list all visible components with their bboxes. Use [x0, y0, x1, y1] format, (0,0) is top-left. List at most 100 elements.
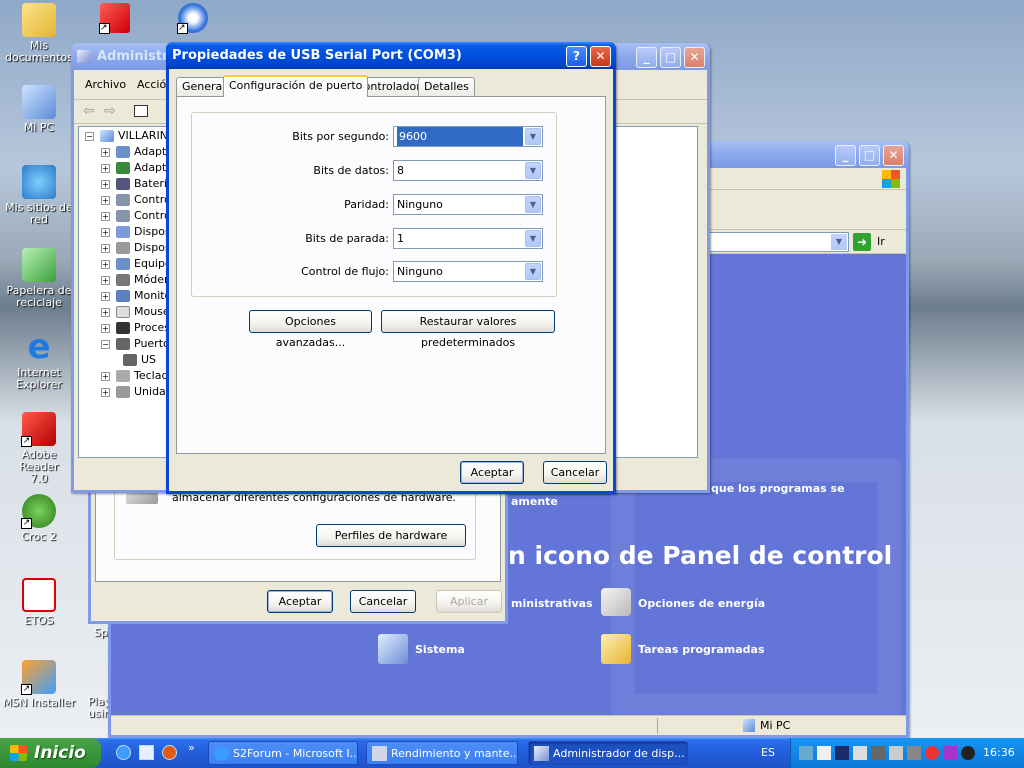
clock[interactable]: 16:36	[983, 746, 1015, 759]
desktop-icon-etos[interactable]: ETOS	[1, 578, 77, 627]
tree-item[interactable]: + Dispos	[101, 224, 171, 240]
sysprops-ok-button[interactable]: Aceptar	[267, 590, 333, 613]
tree-item[interactable]: + Baterí	[101, 176, 167, 192]
tree-item[interactable]: + Contro	[101, 192, 171, 208]
close-button[interactable]: ✕	[684, 47, 705, 68]
expand-icon[interactable]: +	[101, 275, 110, 285]
select-flow-control[interactable]: Ninguno ▼	[393, 261, 543, 282]
collapse-icon[interactable]: −	[85, 131, 94, 141]
expand-icon[interactable]: +	[101, 195, 110, 205]
tree-item[interactable]: + Dispos	[101, 240, 171, 256]
hardware-profiles-button[interactable]: Perfiles de hardware	[316, 524, 466, 547]
select-parity[interactable]: Ninguno ▼	[393, 194, 543, 215]
tree-item[interactable]: + Mouse	[101, 304, 170, 320]
minimize-button[interactable]: _	[636, 47, 657, 68]
expand-icon[interactable]: +	[101, 371, 110, 381]
desktop-icon-adobe-reader[interactable]: ↗ Adobe Reader 7.0	[1, 412, 77, 485]
maximize-button[interactable]: □	[859, 145, 880, 166]
chevron-down-icon[interactable]: ▼	[525, 196, 541, 213]
chevron-down-icon[interactable]: ▼	[525, 162, 541, 179]
link-admin-tools[interactable]: ministrativas	[511, 597, 593, 610]
back-arrow-icon[interactable]: ⇦	[83, 103, 95, 119]
expand-icon[interactable]: +	[101, 147, 110, 157]
tray-app-icon[interactable]	[925, 746, 939, 760]
tree-item[interactable]: + Adapt	[101, 160, 166, 176]
select-data-bits[interactable]: 8 ▼	[393, 160, 543, 181]
close-button[interactable]: ✕	[590, 46, 611, 67]
maximize-button[interactable]: □	[660, 47, 681, 68]
tray-monitor-icon[interactable]	[817, 746, 831, 760]
chevron-down-icon[interactable]: ▼	[525, 128, 541, 145]
desktop-icon-toolbox[interactable]: ↗	[99, 3, 130, 34]
tray-app-icon[interactable]	[943, 746, 957, 760]
chevron-down-icon[interactable]: ▼	[525, 263, 541, 280]
quicklaunch-media-icon[interactable]	[162, 745, 177, 760]
tray-app-icon[interactable]	[871, 746, 885, 760]
desktop-icon-papelera[interactable]: Papelera de reciclaje	[1, 248, 77, 309]
taskbar-item-device-manager[interactable]: Administrador de disp...	[528, 741, 688, 765]
expand-icon[interactable]: +	[101, 243, 110, 253]
expand-icon[interactable]: +	[101, 163, 110, 173]
expand-icon[interactable]: +	[101, 179, 110, 189]
expand-icon[interactable]: +	[101, 291, 110, 301]
tray-app-icon[interactable]	[853, 746, 867, 760]
taskbar-item-rendimiento[interactable]: Rendimiento y mante...	[366, 741, 518, 765]
tray-network-icon[interactable]	[799, 746, 813, 760]
tray-app-icon[interactable]	[961, 746, 975, 760]
desktop-icon-internet-explorer[interactable]: e Internet Explorer	[1, 330, 77, 391]
tray-app-icon[interactable]	[907, 746, 921, 760]
advanced-options-button[interactable]: Opciones avanzadas...	[249, 310, 372, 349]
forward-arrow-icon[interactable]: ⇨	[104, 103, 116, 119]
desktop-icon-msn-installer[interactable]: ↗ MSN Installer	[1, 660, 77, 709]
collapse-icon[interactable]: −	[101, 339, 110, 349]
dialog-ok-button[interactable]: Aceptar	[460, 461, 524, 484]
tree-root[interactable]: − VILLARIN	[85, 128, 168, 144]
tree-item[interactable]: + Unidad	[101, 384, 173, 400]
restore-defaults-button[interactable]: Restaurar valores predeterminados	[381, 310, 555, 349]
desktop-icon-media-player[interactable]: ↗	[177, 3, 208, 34]
sysprops-cancel-button[interactable]: Cancelar	[350, 590, 416, 613]
desktop-icon-mi-pc[interactable]: Mi PC	[1, 85, 77, 134]
go-button[interactable]: ➜ Ir	[853, 233, 893, 251]
menu-archivo[interactable]: Archivo	[85, 78, 126, 91]
tray-app-icon[interactable]	[889, 746, 903, 760]
desktop-icon-mis-sitios-de-red[interactable]: Mis sitios de red	[1, 165, 77, 226]
taskbar-item-s2forum[interactable]: S2Forum - Microsoft I...	[208, 741, 358, 765]
select-bits-per-second[interactable]: 9600 ▼	[393, 126, 543, 147]
language-indicator[interactable]: ES	[761, 746, 775, 759]
expand-icon[interactable]: +	[101, 259, 110, 269]
address-dropdown-arrow-icon[interactable]: ▼	[831, 234, 847, 250]
tab-port-settings[interactable]: Configuración de puerto	[223, 75, 369, 97]
expand-icon[interactable]: +	[101, 323, 110, 333]
tray-app-icon[interactable]	[835, 746, 849, 760]
expand-icon[interactable]: +	[101, 307, 110, 317]
tree-item[interactable]: + Móder	[101, 272, 169, 288]
expand-icon[interactable]: +	[101, 211, 110, 221]
tree-item[interactable]: + Equipo	[101, 256, 172, 272]
link-scheduled-tasks[interactable]: Tareas programadas	[638, 643, 765, 656]
expand-icon[interactable]: +	[101, 387, 110, 397]
chevron-down-icon[interactable]: ▼	[525, 230, 541, 247]
tree-item[interactable]: + Monito	[101, 288, 171, 304]
tree-item[interactable]: + Teclad	[101, 368, 168, 384]
tree-item[interactable]: + Proces	[101, 320, 170, 336]
expand-icon[interactable]: +	[101, 227, 110, 237]
desktop-icon-mis-documentos[interactable]: Mis documentos	[1, 3, 77, 64]
tree-item[interactable]: − Puerto	[101, 336, 170, 352]
quicklaunch-desktop-icon[interactable]	[139, 745, 154, 760]
quicklaunch-ie-icon[interactable]	[116, 745, 131, 760]
start-button[interactable]: Inicio	[0, 738, 101, 768]
dialog-cancel-button[interactable]: Cancelar	[543, 461, 607, 484]
tree-item-usb-serial[interactable]: US	[123, 352, 156, 368]
properties-view-icon[interactable]	[134, 105, 148, 117]
sysprops-apply-button[interactable]: Aplicar	[436, 590, 502, 613]
link-power-options[interactable]: Opciones de energía	[638, 597, 765, 610]
minimize-button[interactable]: _	[835, 145, 856, 166]
quicklaunch-expand-icon[interactable]: »	[188, 741, 195, 754]
tab-details[interactable]: Detalles	[418, 77, 475, 96]
desktop-icon-croc[interactable]: ↗ Croc 2	[1, 494, 77, 543]
link-system[interactable]: Sistema	[415, 643, 465, 656]
tree-item[interactable]: + Adapt	[101, 144, 166, 160]
tree-item[interactable]: + Contro	[101, 208, 171, 224]
help-button[interactable]: ?	[566, 46, 587, 67]
